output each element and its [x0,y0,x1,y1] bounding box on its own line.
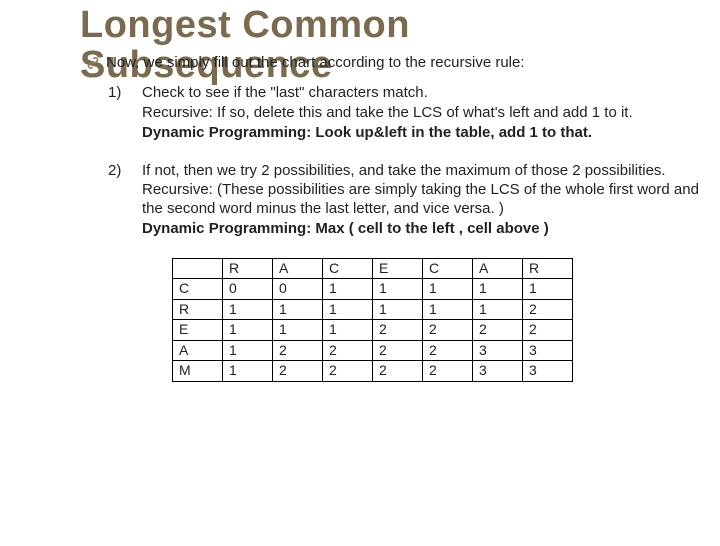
table-cell: 1 [373,299,423,320]
table-cell: 0 [273,279,323,300]
table-cell: 1 [473,299,523,320]
table-cell: 2 [423,320,473,341]
table-cell: 1 [223,340,273,361]
table-row: E 1 1 1 2 2 2 2 [173,320,573,341]
title-line-1: Longest Common [80,4,410,46]
table-row-header: E [173,320,223,341]
item-line: Dynamic Programming: Look up&left in the… [142,124,702,143]
table-cell: 1 [423,299,473,320]
item-line: Check to see if the "last" characters ma… [142,84,702,103]
table-cell: 1 [223,299,273,320]
list-item: 1) Check to see if the "last" characters… [108,84,702,143]
table-cell: 2 [523,320,573,341]
slide-body: Now, we simply fill out the chart accord… [80,54,702,382]
table-cell: 2 [473,320,523,341]
table-cell: 2 [323,361,373,382]
table-col-header: A [273,258,323,279]
table-cell: 1 [223,361,273,382]
table-cell: 0 [223,279,273,300]
lcs-table: R A C E C A R C 0 0 1 1 1 1 1 [172,258,573,382]
table-col-header: C [323,258,373,279]
item-body: If not, then we try 2 possibilities, and… [142,162,702,240]
item-line: Recursive: If so, delete this and take t… [142,104,702,123]
table-cell: 2 [423,361,473,382]
table-cell: 2 [523,299,573,320]
item-number: 1) [108,84,128,143]
table-cell: 2 [373,361,423,382]
table-cell: 2 [323,340,373,361]
table-col-header: C [423,258,473,279]
table-cell: 1 [523,279,573,300]
table-cell: 1 [423,279,473,300]
item-line: If not, then we try 2 possibilities, and… [142,162,702,181]
table-cell: 2 [373,340,423,361]
table-cell: 1 [223,320,273,341]
table-col-header: A [473,258,523,279]
table-cell: 1 [323,279,373,300]
intro-text: Now, we simply fill out the chart accord… [106,54,702,73]
item-line: Dynamic Programming: Max ( cell to the l… [142,220,702,239]
table-row: A 1 2 2 2 2 3 3 [173,340,573,361]
table-col-header: R [523,258,573,279]
table-row: R 1 1 1 1 1 1 2 [173,299,573,320]
table-cell: 2 [273,361,323,382]
item-number: 2) [108,162,128,240]
table-row: R A C E C A R [173,258,573,279]
item-line: Recursive: (These possibilities are simp… [142,181,702,219]
table-cell: 1 [273,320,323,341]
table-cell: 2 [373,320,423,341]
numbered-list: 1) Check to see if the "last" characters… [108,84,702,239]
table-cell-blank [173,258,223,279]
table-cell: 1 [323,299,373,320]
table-cell: 3 [523,340,573,361]
lcs-table-wrap: R A C E C A R C 0 0 1 1 1 1 1 [172,258,702,382]
table-cell: 3 [473,361,523,382]
table-row: M 1 2 2 2 2 3 3 [173,361,573,382]
item-body: Check to see if the "last" characters ma… [142,84,702,143]
table-cell: 2 [423,340,473,361]
chain-icon [86,56,100,75]
table-cell: 1 [323,320,373,341]
table-row-header: C [173,279,223,300]
table-row-header: A [173,340,223,361]
table-col-header: E [373,258,423,279]
table-row-header: R [173,299,223,320]
table-cell: 1 [273,299,323,320]
table-cell: 3 [473,340,523,361]
table-cell: 1 [373,279,423,300]
table-cell: 3 [523,361,573,382]
table-cell: 1 [473,279,523,300]
table-row: C 0 0 1 1 1 1 1 [173,279,573,300]
table-col-header: R [223,258,273,279]
table-row-header: M [173,361,223,382]
intro-bullet: Now, we simply fill out the chart accord… [86,54,702,75]
table-cell: 2 [273,340,323,361]
list-item: 2) If not, then we try 2 possibilities, … [108,162,702,240]
